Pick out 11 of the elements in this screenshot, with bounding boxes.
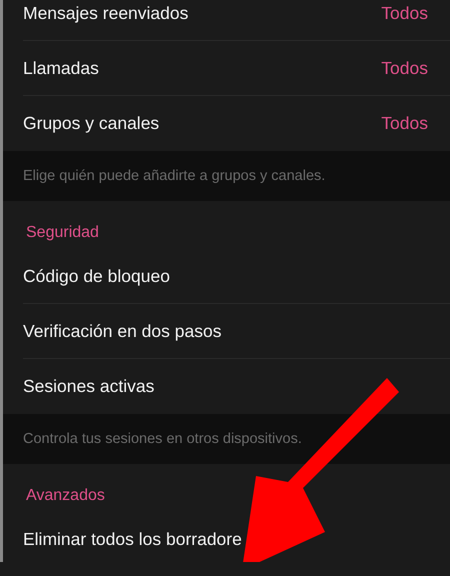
settings-row[interactable]: Mensajes reenviados Todos	[3, 0, 450, 41]
settings-row[interactable]: Grupos y canales Todos	[3, 96, 450, 151]
section-header: Seguridad	[25, 223, 100, 243]
settings-row[interactable]: Verificación en dos pasos	[3, 304, 450, 359]
hint-text: Elige quién puede añadirte a grupos y canales.	[23, 168, 326, 184]
hint-text: Controla tus sesiones en otros dispositivos.	[23, 431, 302, 447]
settings-row[interactable]: Eliminar todos los borradore	[3, 512, 450, 562]
settings-row[interactable]: Llamadas Todos	[3, 41, 450, 96]
section-header: Avanzados	[25, 486, 106, 506]
settings-row[interactable]: Sesiones activas	[3, 359, 450, 414]
settings-row[interactable]: Código de bloqueo	[3, 249, 450, 304]
